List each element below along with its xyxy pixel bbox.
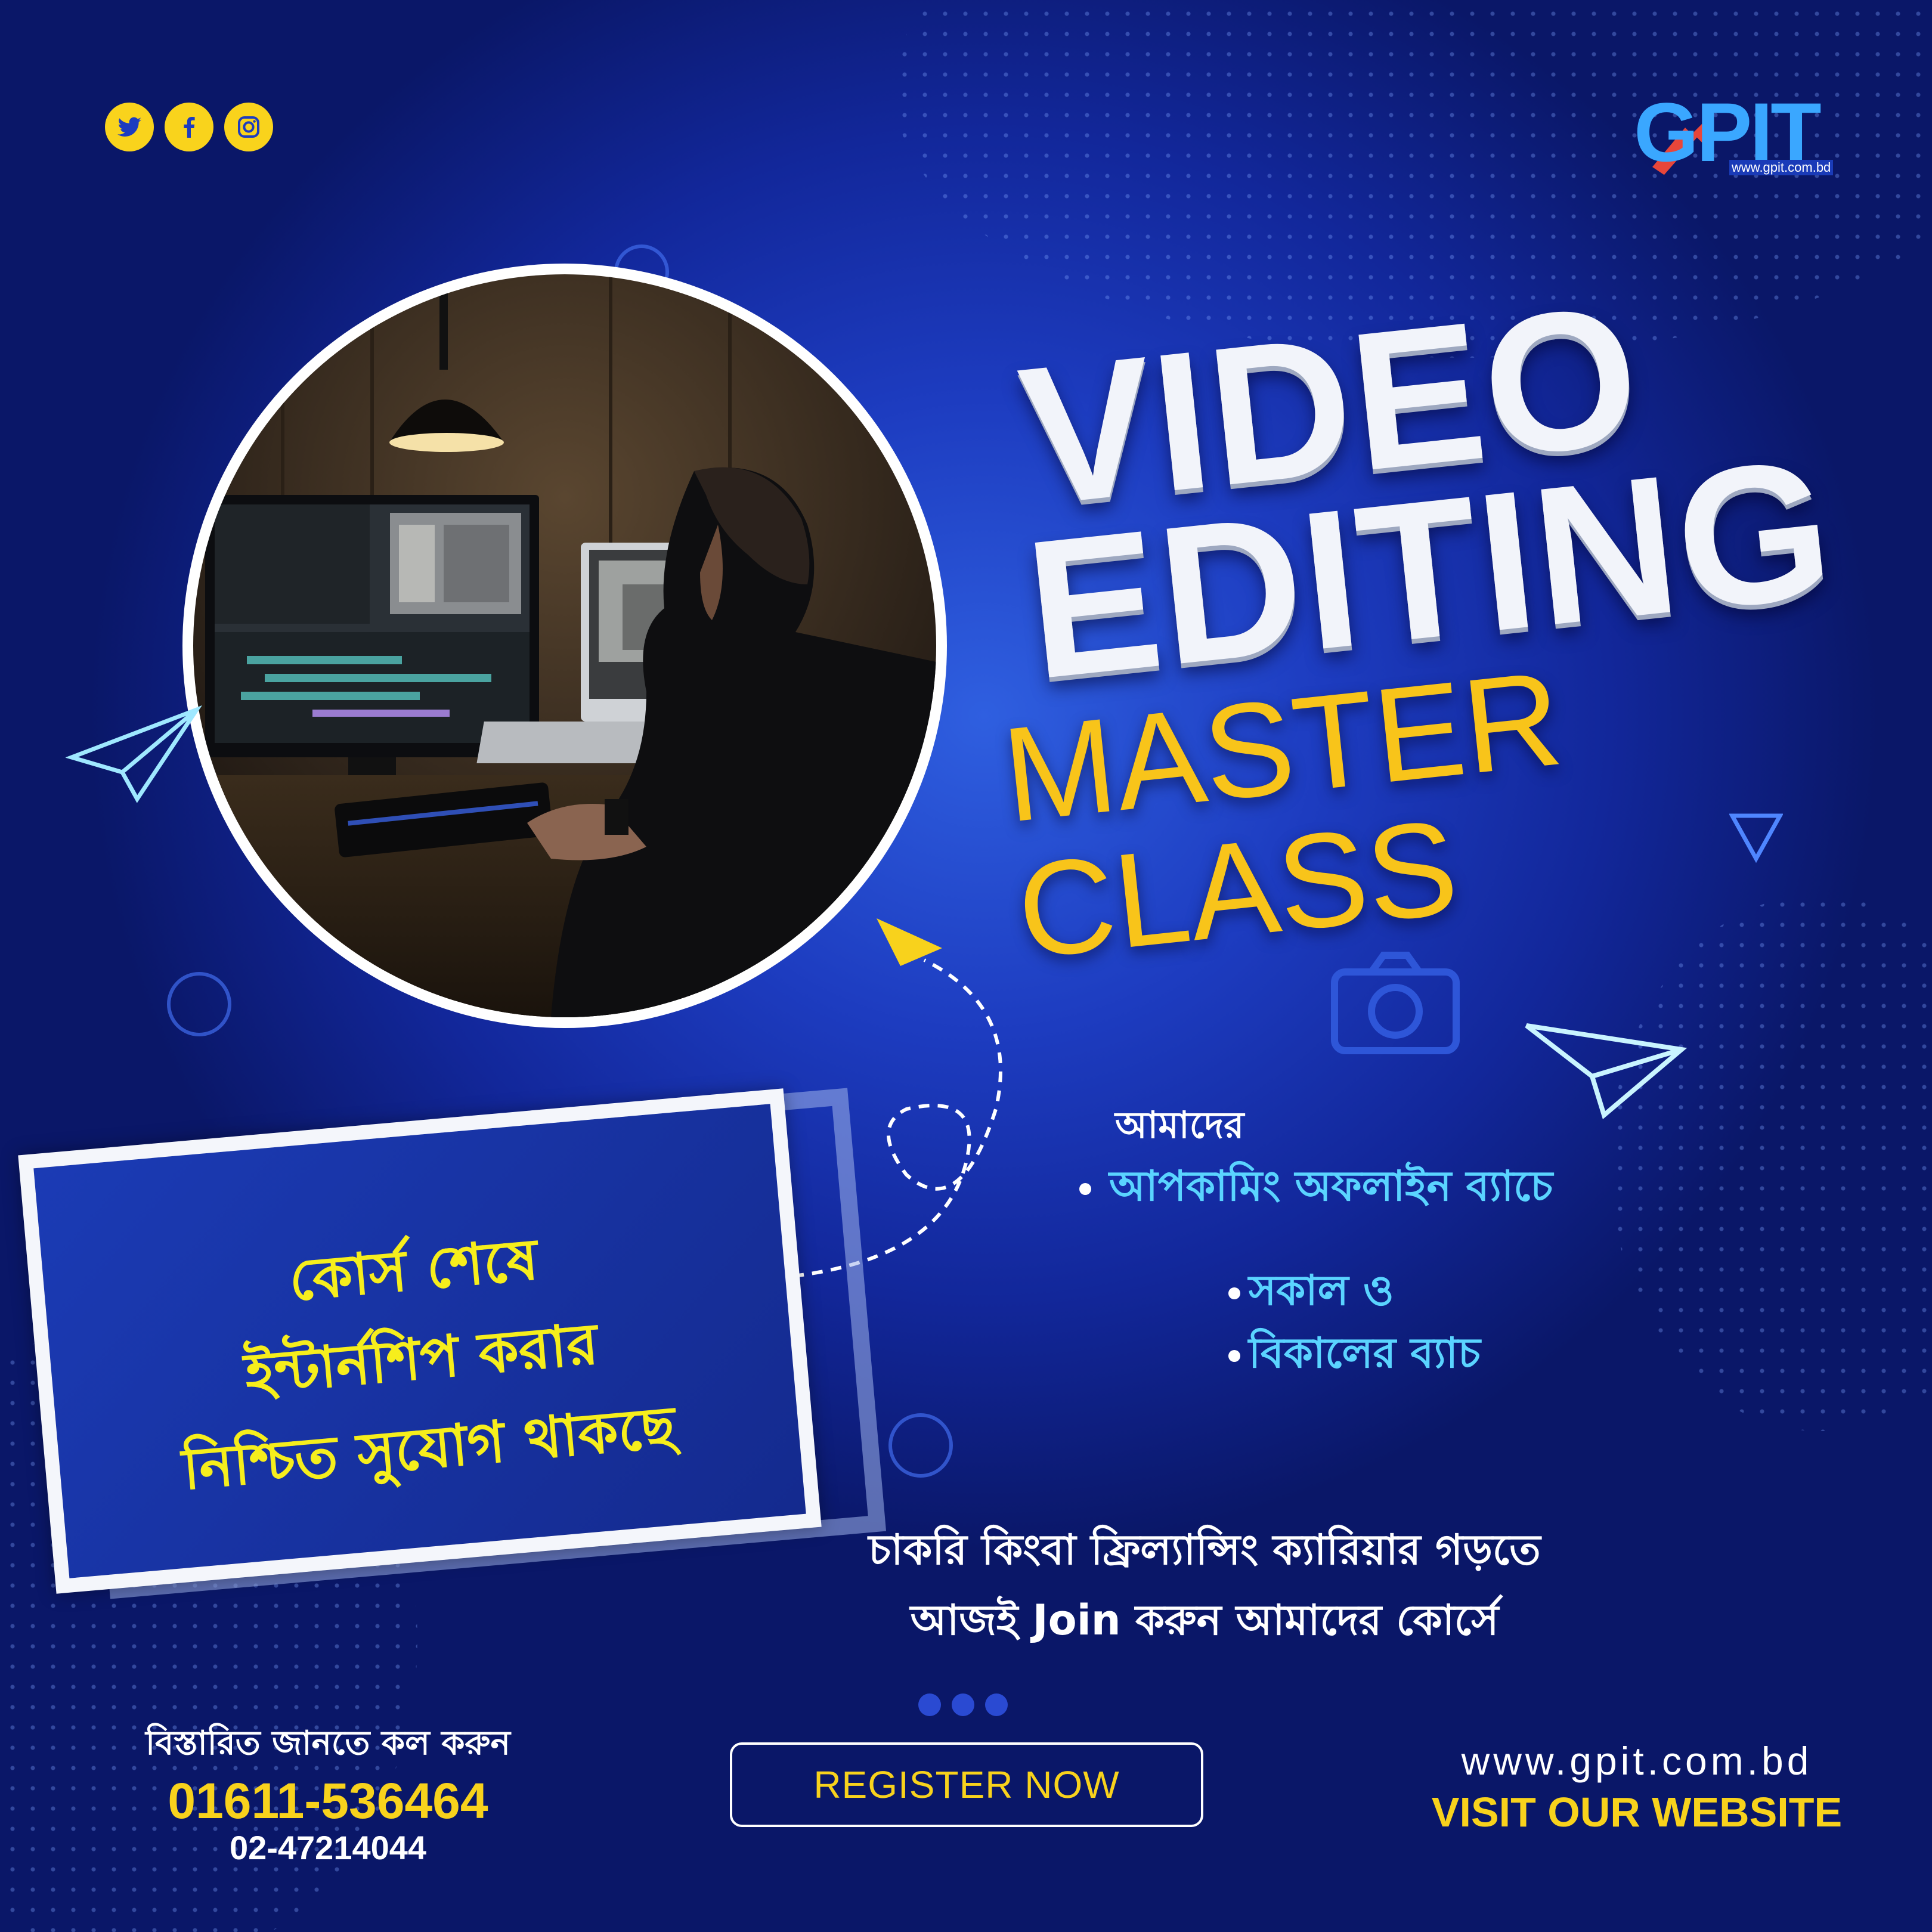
visit-website-link[interactable]: VISIT OUR WEBSITE xyxy=(1389,1788,1884,1836)
phone-primary[interactable]: 01611-536464 xyxy=(101,1773,555,1828)
website-block: www.gpit.com.bd VISIT OUR WEBSITE xyxy=(1389,1738,1884,1836)
bullet-icon xyxy=(1228,1349,1240,1362)
bullet-icon xyxy=(1228,1287,1240,1299)
batch-upcoming: আপকামিং অফলাইন ব্যাচে xyxy=(1079,1154,1553,1224)
paper-plane-icon xyxy=(66,705,202,803)
decor-ring xyxy=(167,972,231,1036)
logo-url: www.gpit.com.bd xyxy=(1729,160,1834,175)
batch-morning: সকাল ও xyxy=(1228,1258,1394,1328)
decor-ring xyxy=(888,1413,953,1478)
batch-title: আমাদের xyxy=(1115,1103,1244,1147)
batch-afternoon: বিকালের ব্যাচ xyxy=(1228,1321,1481,1391)
bullet-icon xyxy=(1079,1182,1091,1195)
career-cta: চাকরি কিংবা ফ্রিল্যান্সিং ক্যারিয়ার গড়… xyxy=(868,1525,1541,1645)
headline: VIDEO EDITING MASTER CLASS xyxy=(996,256,1932,987)
social-icons xyxy=(105,103,273,151)
internship-text: কোর্স শেষে ইন্টার্নশিপ করার নিশ্চিত সুযো… xyxy=(179,1225,679,1503)
editor-at-desk-illustration xyxy=(193,274,936,1017)
camera-icon xyxy=(1331,952,1460,1054)
contact-block: বিস্তারিত জানতে কল করুন 01611-536464 02-… xyxy=(101,1717,555,1868)
decor-dots-row xyxy=(918,1693,1008,1716)
contact-label: বিস্তারিত জানতে কল করুন xyxy=(145,1724,510,1763)
website-url[interactable]: www.gpit.com.bd xyxy=(1389,1738,1884,1784)
gpit-logo[interactable]: GPIT www.gpit.com.bd xyxy=(1634,91,1843,180)
paper-plane-icon xyxy=(1525,1023,1688,1119)
phone-secondary[interactable]: 02-47214044 xyxy=(101,1828,555,1868)
internship-box: কোর্স শেষে ইন্টার্নশিপ করার নিশ্চিত সুযো… xyxy=(18,1088,822,1594)
instagram-icon[interactable] xyxy=(224,103,273,151)
poster: GPIT www.gpit.com.bd VIDEO EDITING MASTE… xyxy=(0,0,1932,1932)
facebook-icon[interactable] xyxy=(165,103,213,151)
editor-photo xyxy=(193,274,936,1017)
twitter-icon[interactable] xyxy=(105,103,154,151)
register-now-button[interactable]: REGISTER NOW xyxy=(730,1742,1203,1827)
dot-pattern xyxy=(1610,894,1932,1431)
